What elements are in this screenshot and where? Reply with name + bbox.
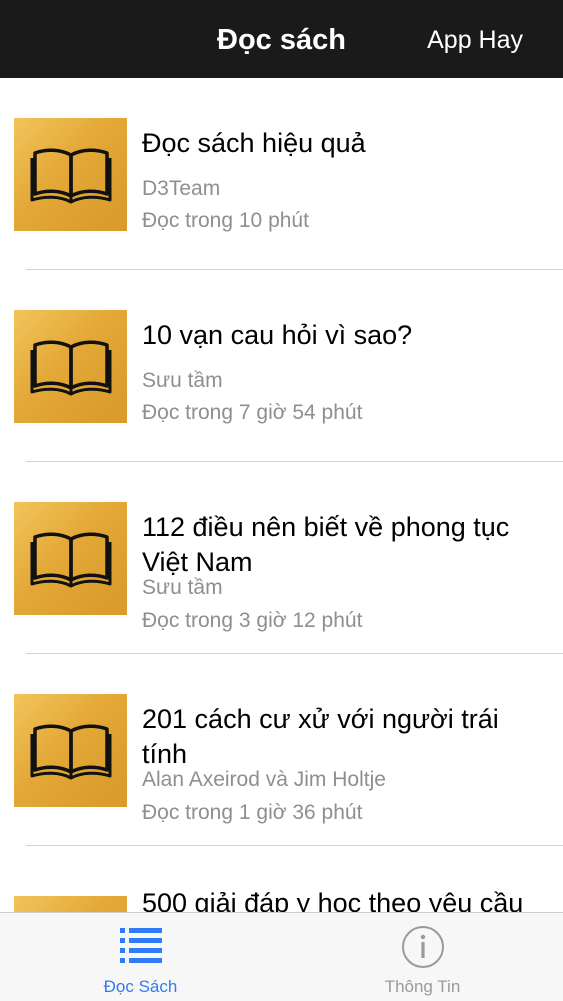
book-title: 10 vạn cau hỏi vì sao? <box>142 320 413 350</box>
book-title: 201 cách cư xử với người trái tính <box>142 704 499 769</box>
book-author: D3Team <box>142 177 221 200</box>
book-title: 500 giải đáp y học theo yêu cầu <box>142 888 524 912</box>
open-book-icon <box>30 532 112 588</box>
open-book-icon <box>30 340 112 396</box>
book-author: Sưu tầm <box>142 576 223 599</box>
tab-label: Đọc Sách <box>103 977 178 996</box>
book-row[interactable]: 500 giải đáp y học theo yêu cầu <box>0 846 563 912</box>
app-hay-button[interactable]: App Hay <box>427 0 523 78</box>
book-thumbnail <box>14 118 127 231</box>
book-title: Đọc sách hiệu quả <box>142 128 366 158</box>
info-icon <box>401 926 444 968</box>
tab-bar: Đọc Sách Thông Tin <box>0 912 563 1001</box>
book-thumbnail <box>14 502 127 615</box>
book-read-time: Đọc trong 1 giờ 36 phút <box>142 801 363 824</box>
open-book-icon <box>30 724 112 780</box>
book-row[interactable]: Đọc sách hiệu quả D3Team Đọc trong 10 ph… <box>0 78 563 270</box>
book-author: Sưu tầm <box>142 369 223 392</box>
book-row[interactable]: 10 vạn cau hỏi vì sao? Sưu tầm Đọc trong… <box>0 270 563 462</box>
tab-doc-sach[interactable]: Đọc Sách <box>0 913 281 1001</box>
book-row[interactable]: 112 điều nên biết về phong tục Việt Nam … <box>0 462 563 654</box>
book-read-time: Đọc trong 10 phút <box>142 209 309 232</box>
book-thumbnail <box>14 694 127 807</box>
book-read-time: Đọc trong 3 giờ 12 phút <box>142 609 363 632</box>
tab-label: Thông Tin <box>384 977 461 996</box>
book-title: 112 điều nên biết về phong tục Việt Nam <box>142 512 510 577</box>
tab-thong-tin[interactable]: Thông Tin <box>282 913 563 1001</box>
book-list[interactable]: Đọc sách hiệu quả D3Team Đọc trong 10 ph… <box>0 78 563 912</box>
book-thumbnail <box>14 310 127 423</box>
book-thumbnail <box>14 896 127 912</box>
open-book-icon <box>30 148 112 204</box>
navigation-bar: Đọc sách App Hay <box>0 0 563 78</box>
book-row[interactable]: 201 cách cư xử với người trái tính Alan … <box>0 654 563 846</box>
book-author: Alan Axeirod và Jim Holtje <box>142 768 386 791</box>
list-icon <box>119 928 162 963</box>
book-read-time: Đọc trong 7 giờ 54 phút <box>142 401 363 424</box>
